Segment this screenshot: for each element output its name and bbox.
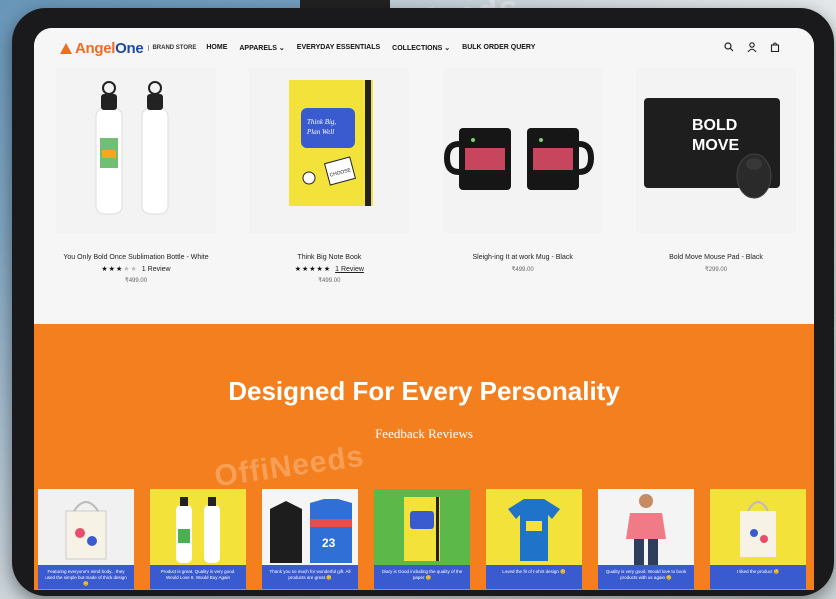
star-rating-icon: ★★★★★ bbox=[294, 266, 332, 273]
review-card[interactable]: Quality is very good. Would love to book… bbox=[598, 489, 694, 589]
product-name[interactable]: You Only Bold Once Sublimation Bottle - … bbox=[56, 253, 216, 262]
product-image: Think Big, Plan Well CHOOSE bbox=[249, 68, 410, 233]
review-text: Featuring everyone's mind body... they u… bbox=[38, 565, 134, 589]
product-image bbox=[442, 68, 603, 233]
product-image: BOLD MOVE bbox=[635, 68, 796, 233]
review-text: I liked the product 😊 bbox=[710, 565, 806, 589]
product-price: ₹499.00 bbox=[318, 278, 341, 284]
nav-home[interactable]: HOME bbox=[206, 44, 227, 52]
product-rating: ★★★★★ 1 Review bbox=[56, 265, 216, 273]
review-image bbox=[486, 489, 582, 567]
product-rating: ★★★★★ 1 Review bbox=[249, 265, 409, 273]
star-rating-icon: ★★★★★ bbox=[101, 266, 138, 273]
review-card[interactable]: Featuring everyone's mind body... they u… bbox=[38, 489, 134, 589]
review-image bbox=[374, 489, 470, 567]
review-image bbox=[598, 489, 694, 567]
review-image bbox=[38, 489, 134, 567]
product-name[interactable]: Sleigh-ing It at work Mug - Black bbox=[443, 253, 603, 262]
nav-bulk-order-query[interactable]: BULK ORDER QUERY bbox=[462, 44, 535, 52]
nav-everyday-essentials[interactable]: EVERYDAY ESSENTIALS bbox=[297, 44, 380, 52]
nav-apparels[interactable]: APPARELS ⌄ bbox=[239, 44, 284, 52]
review-carousel: Featuring everyone's mind body... they u… bbox=[38, 489, 814, 589]
tablet-frame: AngelOne BRAND STORE HOME APPARELS ⌄ EVE… bbox=[12, 8, 834, 596]
product-price: ₹299.00 bbox=[704, 267, 728, 273]
review-image bbox=[150, 489, 246, 567]
svg-text:Think Big,: Think Big, bbox=[307, 118, 336, 126]
product-name[interactable]: Bold Move Mouse Pad - Black bbox=[636, 253, 796, 262]
review-card[interactable]: Diary is Good including the quality of t… bbox=[374, 489, 470, 589]
svg-text:Plan Well: Plan Well bbox=[306, 128, 334, 136]
review-count[interactable]: 1 Review bbox=[142, 266, 171, 273]
product-card[interactable]: You Only Bold Once Sublimation Bottle - … bbox=[56, 68, 216, 328]
user-icon[interactable] bbox=[747, 42, 757, 52]
nav-collections[interactable]: COLLECTIONS ⌄ bbox=[392, 44, 450, 52]
brand-subtitle: BRAND STORE bbox=[148, 45, 196, 51]
logo-triangle-icon bbox=[60, 42, 72, 54]
review-card[interactable]: Product is great. Quality is very good. … bbox=[150, 489, 246, 589]
review-card[interactable]: Loved the fit of t-shirt design 😊 bbox=[486, 489, 582, 589]
brand-logo[interactable]: AngelOne BRAND STORE bbox=[60, 40, 196, 57]
svg-text:23: 23 bbox=[322, 536, 336, 550]
product-grid: You Only Bold Once Sublimation Bottle - … bbox=[56, 68, 796, 328]
header-icons bbox=[724, 42, 780, 52]
review-image: 23 bbox=[262, 489, 358, 567]
svg-text:MOVE: MOVE bbox=[692, 137, 739, 154]
product-image bbox=[56, 68, 216, 233]
product-price: ₹499.00 bbox=[124, 278, 148, 284]
review-text: Quality is very good. Would love to book… bbox=[598, 565, 694, 589]
brand-name: AngelOne bbox=[75, 39, 144, 57]
product-card[interactable]: Think Big, Plan Well CHOOSE Think Big No… bbox=[249, 68, 410, 328]
main-nav: HOME APPARELS ⌄ EVERYDAY ESSENTIALS COLL… bbox=[206, 44, 535, 52]
svg-text:BOLD: BOLD bbox=[692, 117, 737, 134]
product-card[interactable]: Sleigh-ing It at work Mug - Black ₹499.0… bbox=[442, 68, 603, 328]
site-header: AngelOne BRAND STORE HOME APPARELS ⌄ EVE… bbox=[34, 28, 814, 68]
product-name[interactable]: Think Big Note Book bbox=[249, 253, 409, 262]
review-text: Product is great. Quality is very good. … bbox=[150, 565, 246, 589]
tablet-screen: AngelOne BRAND STORE HOME APPARELS ⌄ EVE… bbox=[34, 28, 814, 590]
section-subtitle: Feedback Reviews bbox=[375, 426, 473, 441]
product-card[interactable]: BOLD MOVE Bold Move Mouse Pad - Black ₹2… bbox=[635, 68, 796, 328]
personality-section: Designed For Every Personality Feedback … bbox=[34, 324, 814, 590]
review-text: Thank you so much for wonderful gift. Al… bbox=[262, 565, 358, 589]
search-icon[interactable] bbox=[724, 42, 734, 52]
product-price: ₹499.00 bbox=[511, 267, 534, 273]
watermark: OffiNeeds bbox=[212, 439, 367, 494]
review-card[interactable]: 23 Thank you so much for wonderful gift.… bbox=[262, 489, 358, 589]
section-title: Designed For Every Personality bbox=[228, 376, 620, 406]
review-image bbox=[710, 489, 806, 567]
review-count[interactable]: 1 Review bbox=[335, 266, 364, 273]
review-card[interactable]: I liked the product 😊 bbox=[710, 489, 806, 589]
bag-icon[interactable] bbox=[770, 42, 780, 52]
review-text: Diary is Good including the quality of t… bbox=[374, 565, 470, 589]
review-text: Loved the fit of t-shirt design 😊 bbox=[486, 565, 582, 589]
